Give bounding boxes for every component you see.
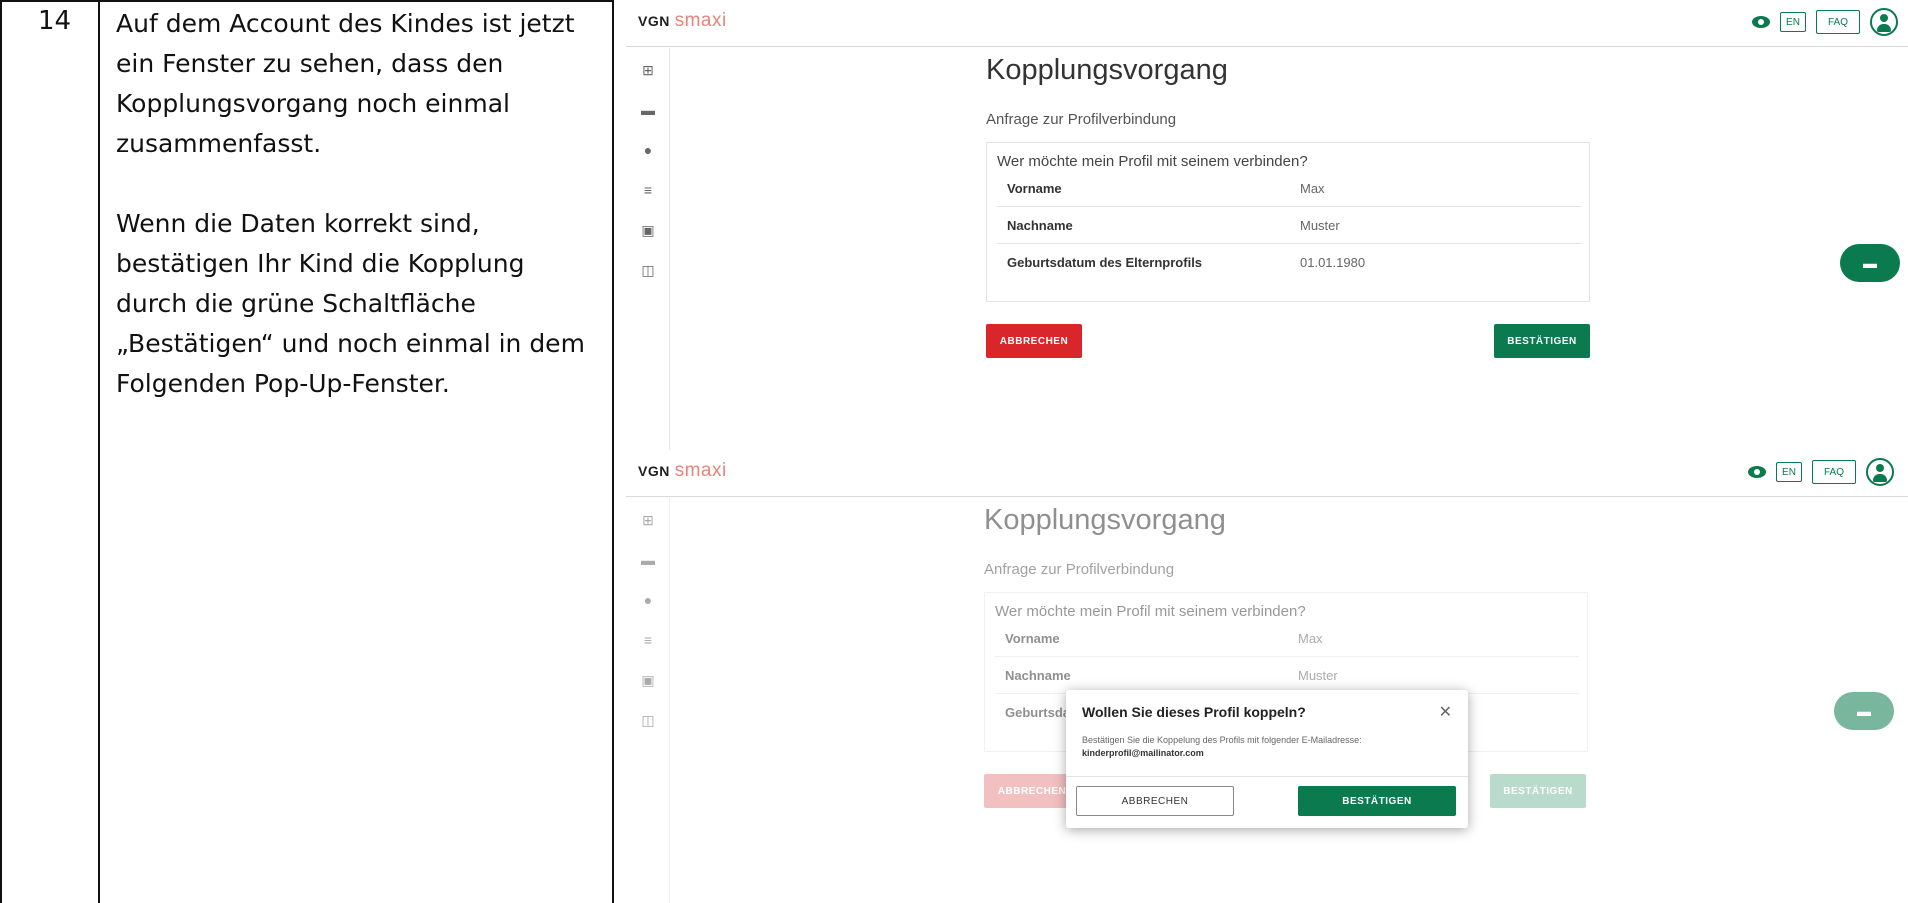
profile-card: Wer möchte mein Profil mit seinem verbin… xyxy=(986,142,1590,302)
app-header: VGN smaxi EN FAQ xyxy=(626,450,1908,497)
dialog-email: kinderprofil@mailinator.com xyxy=(1082,748,1204,758)
app-header: VGN smaxi EN FAQ xyxy=(626,0,1908,47)
folder-icon[interactable]: ▬ xyxy=(640,102,656,118)
screenshot-summary: VGN smaxi EN FAQ ⊞ ▬ ● ≡ ▣ ◫ Kopplungsvo… xyxy=(626,0,1908,450)
sidebar: ⊞ ▬ ● ≡ ▣ ◫ xyxy=(626,48,670,450)
logo-smaxi: smaxi xyxy=(674,10,727,31)
logo-vgn: VGN xyxy=(638,13,670,29)
dashboard-icon[interactable]: ⊞ xyxy=(640,62,656,78)
table-border-col2 xyxy=(612,0,614,903)
table-row: Vorname Max xyxy=(995,620,1579,657)
table-row: Nachname Muster xyxy=(997,207,1581,244)
cancel-button[interactable]: ABBRECHEN xyxy=(986,324,1082,358)
instruction-paragraph-1: Auf dem Account des Kindes ist jetzt ein… xyxy=(116,9,575,158)
page-title: Kopplungsvorgang xyxy=(984,504,1226,536)
table-row: Geburtsdatum des Elternprofils 01.01.198… xyxy=(997,244,1581,281)
user-account-icon[interactable] xyxy=(1870,8,1898,36)
row-label: Nachname xyxy=(1005,668,1071,683)
app-logo: VGN smaxi xyxy=(638,460,727,482)
faq-button[interactable]: FAQ xyxy=(1812,460,1856,484)
info-screen-icon[interactable]: ▣ xyxy=(640,672,656,688)
screenshot-modal: VGN smaxi EN FAQ ⊞ ▬ ● ≡ ▣ ◫ Kopplungsvo… xyxy=(626,450,1908,903)
table-border-col1 xyxy=(98,0,100,903)
row-value: Muster xyxy=(1300,218,1340,233)
row-value: Max xyxy=(1300,181,1325,196)
person-list-icon[interactable]: ≡ xyxy=(640,632,656,648)
row-label: Nachname xyxy=(1007,218,1073,233)
logo-smaxi: smaxi xyxy=(674,460,727,481)
instruction-paragraph-2: Wenn die Daten korrekt sind, bestätigen … xyxy=(116,209,585,398)
confirm-button[interactable]: BESTÄTIGEN xyxy=(1494,324,1590,358)
header-actions: EN FAQ xyxy=(1748,458,1894,486)
app-logo: VGN smaxi xyxy=(638,10,727,32)
person-icon[interactable]: ● xyxy=(640,592,656,608)
chat-button[interactable]: ▬ xyxy=(1834,692,1894,730)
chat-bubble-icon: ▬ xyxy=(1857,703,1871,719)
page-subtitle: Anfrage zur Profilverbindung xyxy=(986,111,1177,128)
row-value: Max xyxy=(1298,631,1323,646)
row-value: 01.01.1980 xyxy=(1300,255,1366,270)
eye-icon[interactable] xyxy=(1752,16,1770,28)
row-value: Muster xyxy=(1298,668,1338,683)
table-row: Vorname Max xyxy=(997,170,1581,207)
sidebar: ⊞ ▬ ● ≡ ▣ ◫ xyxy=(626,498,670,903)
language-button[interactable]: EN xyxy=(1780,12,1806,32)
dialog-message: Bestätigen Sie die Koppelung des Profils… xyxy=(1082,735,1362,745)
dashboard-icon[interactable]: ⊞ xyxy=(640,512,656,528)
page-title: Kopplungsvorgang xyxy=(986,54,1228,86)
chat-bubble-icon: ▬ xyxy=(1863,255,1877,271)
logo-vgn: VGN xyxy=(638,463,670,479)
table-border-top xyxy=(0,0,614,2)
dialog-confirm-button[interactable]: BESTÄTIGEN xyxy=(1298,786,1456,816)
folder-icon[interactable]: ▬ xyxy=(640,552,656,568)
eye-icon[interactable] xyxy=(1748,466,1766,478)
info-screen-icon[interactable]: ▣ xyxy=(640,222,656,238)
dialog-cancel-button[interactable]: ABBRECHEN xyxy=(1076,786,1234,816)
header-actions: EN FAQ xyxy=(1752,8,1898,36)
dialog-title: Wollen Sie dieses Profil koppeln? xyxy=(1082,704,1306,720)
row-label: Vorname xyxy=(1007,181,1062,196)
chat-button[interactable]: ▬ xyxy=(1840,244,1900,282)
faq-button[interactable]: FAQ xyxy=(1816,10,1860,34)
page-subtitle: Anfrage zur Profilverbindung xyxy=(984,561,1175,578)
card-question: Wer möchte mein Profil mit seinem verbin… xyxy=(997,153,1308,170)
table-border-left xyxy=(0,0,2,903)
row-label: Vorname xyxy=(1005,631,1060,646)
confirm-dialog: Wollen Sie dieses Profil koppeln? ✕ Best… xyxy=(1066,690,1468,828)
close-icon[interactable]: ✕ xyxy=(1439,702,1452,722)
chat-icon[interactable]: ◫ xyxy=(640,712,656,728)
step-number: 14 xyxy=(38,6,72,36)
dialog-divider xyxy=(1066,776,1468,777)
instruction-text: Auf dem Account des Kindes ist jetzt ein… xyxy=(116,4,594,444)
confirm-button[interactable]: BESTÄTIGEN xyxy=(1490,774,1586,808)
chat-icon[interactable]: ◫ xyxy=(640,262,656,278)
card-question: Wer möchte mein Profil mit seinem verbin… xyxy=(995,603,1306,620)
user-account-icon[interactable] xyxy=(1866,458,1894,486)
person-icon[interactable]: ● xyxy=(640,142,656,158)
person-list-icon[interactable]: ≡ xyxy=(640,182,656,198)
row-label: Geburtsdatum des Elternprofils xyxy=(1007,255,1203,270)
table-row: Nachname Muster xyxy=(995,657,1579,694)
language-button[interactable]: EN xyxy=(1776,462,1802,482)
